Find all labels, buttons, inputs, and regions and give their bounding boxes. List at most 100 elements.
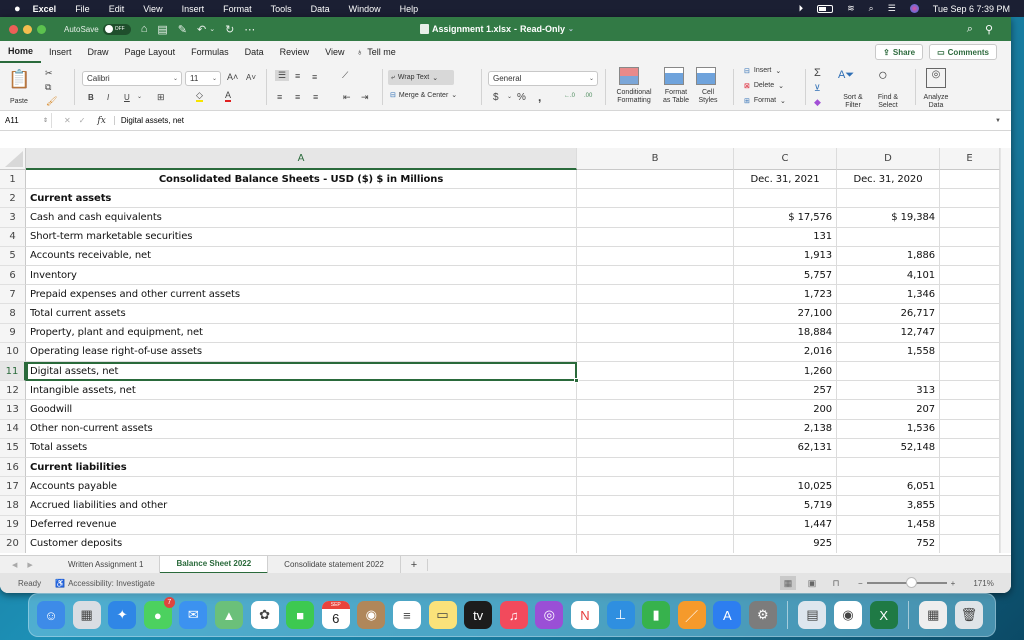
cell-c10[interactable]: 2,016 (734, 342, 837, 362)
page-break-view-icon[interactable]: ⊓ (828, 576, 844, 590)
cell-d18[interactable]: 3,855 (837, 496, 940, 516)
currency-dropdown-icon[interactable]: ⌄ (507, 93, 512, 100)
menu-edit[interactable]: Edit (109, 4, 125, 14)
spotlight-icon[interactable]: ⌕ (869, 3, 874, 14)
currency-button[interactable]: $ (493, 92, 499, 103)
cell-e20[interactable] (940, 534, 1000, 553)
tab-draw[interactable]: Draw (80, 41, 117, 63)
tab-data[interactable]: Data (237, 41, 272, 63)
tab-review[interactable]: Review (272, 41, 318, 63)
zoom-out-button[interactable]: − (858, 579, 863, 588)
cell-d11[interactable] (837, 362, 940, 382)
cell-a10[interactable]: Operating lease right-of-use assets (26, 342, 577, 362)
confirm-formula-icon[interactable]: ✓ (79, 116, 86, 125)
add-sheet-button[interactable]: + (401, 558, 429, 571)
cell-d2[interactable] (837, 189, 940, 209)
zoom-percent[interactable]: 171% (973, 579, 993, 588)
zoom-window-button[interactable] (37, 24, 46, 34)
autosave-toggle[interactable]: OFF (102, 23, 131, 35)
cell-c5[interactable]: 1,913 (734, 246, 837, 266)
cell-a5[interactable]: Accounts receivable, net (26, 246, 577, 266)
dock-podcasts-icon[interactable]: ◎ (535, 601, 564, 629)
cell-c9[interactable]: 18,884 (734, 323, 837, 343)
cell-c19[interactable]: 1,447 (734, 515, 837, 535)
cell-d8[interactable]: 26,717 (837, 304, 940, 324)
share-button[interactable]: ⇪ Share (875, 44, 924, 60)
format-painter-icon[interactable]: 🖌 (46, 96, 57, 107)
sheet-tab-balance-sheet-2022[interactable]: Balance Sheet 2022 (160, 555, 269, 574)
cell-c17[interactable]: 10,025 (734, 477, 837, 497)
cell-b19[interactable] (577, 515, 734, 535)
formula-input[interactable]: Digital assets, net (113, 116, 184, 125)
search-icon[interactable]: ⌕ (967, 23, 973, 36)
cell-d15[interactable]: 52,148 (837, 438, 940, 458)
cell-a6[interactable]: Inventory (26, 266, 577, 286)
column-header-b[interactable]: B (577, 148, 734, 170)
more-icon[interactable]: ⋯ (244, 23, 255, 36)
menu-tools[interactable]: Tools (271, 4, 292, 14)
cell-b2[interactable] (577, 189, 734, 209)
paste-icon[interactable]: 📋 (8, 69, 30, 90)
save-as-icon[interactable]: ✎ (178, 23, 187, 36)
conditional-formatting-icon[interactable] (619, 67, 639, 85)
cell-d6[interactable]: 4,101 (837, 266, 940, 286)
menu-insert[interactable]: Insert (182, 4, 205, 14)
dock-calendar-icon[interactable]: 6 SEP (321, 601, 350, 629)
insert-function-button[interactable]: fx (97, 116, 105, 126)
dock-tv-icon[interactable]: tv (464, 601, 493, 629)
cell-d13[interactable]: 207 (837, 400, 940, 420)
cell-b4[interactable] (577, 227, 734, 247)
borders-icon[interactable]: ⊞ (157, 92, 165, 103)
cell-b5[interactable] (577, 246, 734, 266)
analyze-data-icon[interactable]: ◎ (926, 68, 946, 88)
row-header[interactable]: 5 (0, 246, 26, 266)
cell-d17[interactable]: 6,051 (837, 477, 940, 497)
align-bottom-icon[interactable]: ≡ (312, 72, 317, 82)
cell-d14[interactable]: 1,536 (837, 419, 940, 439)
dock-chrome-icon[interactable]: ◉ (834, 601, 863, 629)
next-sheet-icon[interactable]: ▶ (27, 561, 32, 569)
cell-a14[interactable]: Other non-current assets (26, 419, 577, 439)
bold-button[interactable]: B (88, 93, 94, 102)
row-header[interactable]: 9 (0, 323, 26, 343)
cell-e2[interactable] (940, 189, 1000, 209)
cell-e7[interactable] (940, 285, 1000, 305)
cell-c8[interactable]: 27,100 (734, 304, 837, 324)
cell-b1[interactable] (577, 170, 734, 190)
cell-b16[interactable] (577, 458, 734, 478)
underline-button[interactable]: U (124, 93, 130, 102)
collaborate-icon[interactable]: ⚲ (985, 23, 993, 36)
dock-notes-icon[interactable]: ▭ (428, 601, 457, 629)
fill-handle[interactable] (574, 378, 579, 384)
cell-c7[interactable]: 1,723 (734, 285, 837, 305)
comments-button[interactable]: ▭ Comments (929, 44, 997, 60)
dock-messages-icon[interactable]: ● 7 (143, 597, 175, 629)
cell-e18[interactable] (940, 496, 1000, 516)
cell-a8[interactable]: Total current assets (26, 304, 577, 324)
orientation-icon[interactable]: ⟋ (342, 70, 348, 81)
dock-excel-icon[interactable]: X (869, 601, 898, 629)
autosum-icon[interactable]: Σ (814, 67, 821, 79)
cell-e17[interactable] (940, 477, 1000, 497)
column-header-d[interactable]: D (837, 148, 940, 170)
vertical-scrollbar[interactable] (1000, 148, 1011, 553)
cell-a9[interactable]: Property, plant and equipment, net (26, 323, 577, 343)
cell-c16[interactable] (734, 458, 837, 478)
dock-reminders-icon[interactable]: ≡ (392, 601, 421, 629)
redo-icon[interactable]: ↻ (225, 23, 234, 36)
cell-a18[interactable]: Accrued liabilities and other (26, 496, 577, 516)
close-window-button[interactable] (9, 24, 18, 34)
row-header[interactable]: 14 (0, 419, 26, 439)
cell-d9[interactable]: 12,747 (837, 323, 940, 343)
cell-b17[interactable] (577, 477, 734, 497)
battery-icon[interactable] (817, 4, 834, 13)
dock-preview-icon[interactable]: ▤ (798, 601, 827, 629)
dock-excel-document-icon[interactable]: ▦ (919, 601, 948, 629)
cell-e5[interactable] (940, 246, 1000, 266)
cell-a2[interactable]: Current assets (26, 189, 577, 209)
normal-view-icon[interactable]: ▦ (780, 576, 796, 590)
decrease-indent-icon[interactable]: ⇤ (343, 92, 351, 103)
cell-e19[interactable] (940, 515, 1000, 535)
cell-e10[interactable] (940, 342, 1000, 362)
dock-safari-icon[interactable]: ✦ (108, 601, 137, 629)
